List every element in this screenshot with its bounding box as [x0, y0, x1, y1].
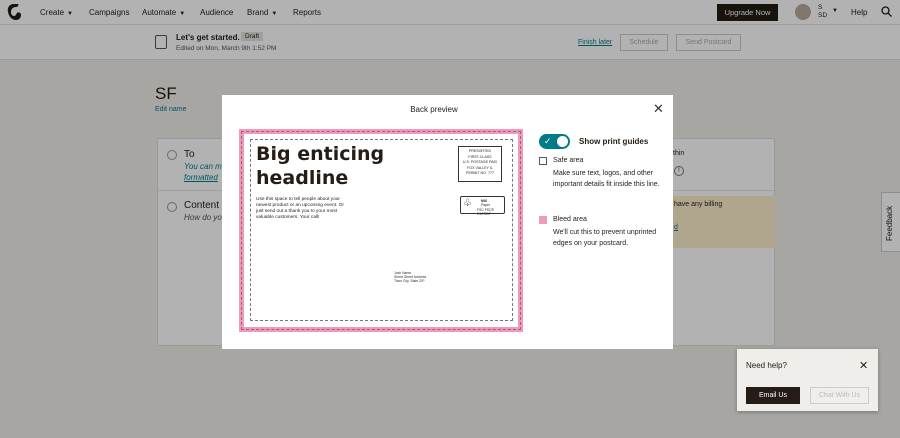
bleed-area-description: We'll cut this to prevent unprinted edge… [553, 229, 657, 247]
mailing-address: Josh Name Street Street Address Town Cit… [394, 271, 426, 283]
bleed-area-swatch [539, 216, 547, 224]
email-us-button[interactable]: Email Us [746, 387, 800, 404]
show-print-guides-label: Show print guides [579, 137, 649, 146]
toggle-knob [557, 136, 568, 147]
fsc-logo: ♧ MIX Paper FSC FSC® C107897 [460, 196, 505, 216]
help-panel-title: Need help? [746, 361, 787, 370]
tree-icon: ♧ [463, 198, 472, 209]
postcard-back: Big enticing headline Use this space to … [244, 134, 518, 327]
postcard-body: Use this space to tell people about your… [256, 197, 344, 220]
show-print-guides-toggle[interactable]: ✓ [539, 134, 570, 149]
chat-with-us-button[interactable]: Chat With Us [810, 387, 869, 404]
help-panel: Need help? ✕ Email Us Chat With Us [737, 349, 878, 411]
postage-line: U.S. POSTAGE PAID [462, 160, 498, 164]
safe-area-swatch [539, 157, 547, 165]
fsc-paper: Paper [481, 203, 491, 207]
close-icon[interactable]: ✕ [859, 359, 868, 372]
safe-area-title: Safe area [553, 157, 584, 164]
checkmark-icon: ✓ [544, 136, 552, 146]
back-preview-modal: Back preview ✕ Big enticing headline Use… [222, 95, 673, 349]
close-icon[interactable]: ✕ [653, 101, 664, 117]
fsc-code: FSC FSC® C107897 [477, 208, 495, 216]
modal-title: Back preview [410, 105, 458, 114]
postage-line: PERMIT NO. 777 [466, 171, 494, 175]
postcard-preview: Big enticing headline Use this space to … [239, 129, 523, 332]
bleed-area-title: Bleed area [553, 216, 587, 223]
address-line: Town City, State ZIP [394, 279, 425, 283]
postage-indicia: PRESORTED FIRST-CLASS U.S. POSTAGE PAID … [458, 146, 502, 182]
safe-area-description: Make sure text, logos, and other importa… [553, 170, 660, 188]
postcard-headline: Big enticing headline [256, 143, 385, 189]
